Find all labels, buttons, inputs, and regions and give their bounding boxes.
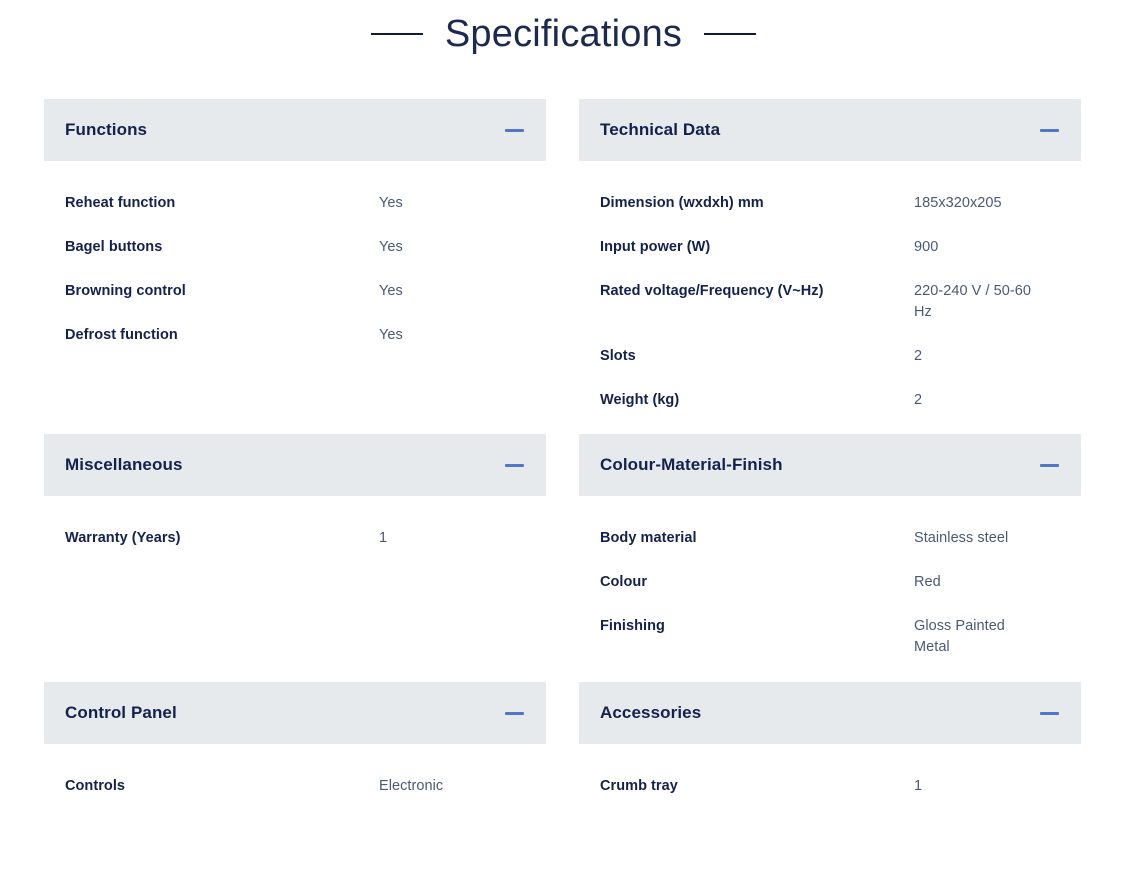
spec-panel-technical-data: Technical Data Dimension (wxdxh) mm 185x… — [579, 99, 1081, 434]
spec-label: Body material — [600, 528, 914, 549]
panel-header-colour-material-finish[interactable]: Colour-Material-Finish — [579, 434, 1081, 496]
spec-label: Reheat function — [65, 193, 379, 214]
minus-icon[interactable] — [1040, 456, 1059, 475]
spec-row: Warranty (Years) 1 — [44, 528, 546, 549]
spec-label: Warranty (Years) — [65, 528, 379, 549]
panel-header-control-panel[interactable]: Control Panel — [44, 682, 546, 744]
spec-row: Rated voltage/Frequency (V~Hz) 220-240 V… — [579, 281, 1081, 323]
spec-value: 1 — [379, 528, 519, 549]
panel-body-functions: Reheat function Yes Bagel buttons Yes Br… — [44, 161, 546, 387]
spec-label: Crumb tray — [600, 776, 914, 797]
spec-value: 1 — [914, 776, 1050, 797]
spec-label: Colour — [600, 572, 914, 593]
spec-value: Electronic — [379, 776, 519, 797]
panel-body-technical-data: Dimension (wxdxh) mm 185x320x205 Input p… — [579, 161, 1081, 411]
spec-value: Yes — [379, 325, 519, 346]
panel-title-accessories: Accessories — [600, 702, 701, 724]
spec-value: Yes — [379, 193, 519, 214]
minus-icon[interactable] — [505, 704, 524, 723]
spec-value: Yes — [379, 237, 519, 258]
minus-icon[interactable] — [1040, 704, 1059, 723]
spec-value: 900 — [914, 237, 1050, 258]
spec-row: Controls Electronic — [44, 776, 546, 797]
spec-row: Slots 2 — [579, 346, 1081, 367]
spec-label: Controls — [65, 776, 379, 797]
panel-title-control-panel: Control Panel — [65, 702, 177, 724]
spec-label: Bagel buttons — [65, 237, 379, 258]
panel-header-accessories[interactable]: Accessories — [579, 682, 1081, 744]
spec-value: Stainless steel — [914, 528, 1050, 549]
spec-row: Browning control Yes — [44, 281, 546, 302]
spec-panel-functions: Functions Reheat function Yes Bagel butt… — [44, 99, 546, 434]
spec-label: Slots — [600, 346, 914, 367]
spec-value: 2 — [914, 390, 1050, 411]
spec-label: Input power (W) — [600, 237, 914, 258]
spec-value: 220-240 V / 50-60 Hz — [914, 281, 1050, 323]
panel-title-technical-data: Technical Data — [600, 119, 720, 141]
spec-row: Finishing Gloss Painted Metal — [579, 616, 1081, 658]
panel-body-colour-material-finish: Body material Stainless steel Colour Red… — [579, 496, 1081, 682]
spec-label: Browning control — [65, 281, 379, 302]
panel-title-colour-material-finish: Colour-Material-Finish — [600, 454, 783, 476]
spec-value: 185x320x205 — [914, 193, 1050, 214]
spec-panel-accessories: Accessories Crumb tray 1 — [579, 682, 1081, 824]
spec-label: Defrost function — [65, 325, 379, 346]
title-rule-right — [704, 33, 756, 35]
title-rule-left — [371, 33, 423, 35]
panel-header-functions[interactable]: Functions — [44, 99, 546, 161]
page-title-block: Specifications — [0, 8, 1127, 60]
spec-row: Colour Red — [579, 572, 1081, 593]
spec-value: 2 — [914, 346, 1050, 367]
spec-row: Crumb tray 1 — [579, 776, 1081, 797]
panel-title-miscellaneous: Miscellaneous — [65, 454, 183, 476]
spec-row: Reheat function Yes — [44, 193, 546, 214]
spec-row: Dimension (wxdxh) mm 185x320x205 — [579, 193, 1081, 214]
spec-label: Dimension (wxdxh) mm — [600, 193, 914, 214]
spec-value: Gloss Painted Metal — [914, 616, 1018, 658]
panel-title-functions: Functions — [65, 119, 147, 141]
spec-row: Bagel buttons Yes — [44, 237, 546, 258]
minus-icon[interactable] — [505, 456, 524, 475]
spec-panel-miscellaneous: Miscellaneous Warranty (Years) 1 — [44, 434, 546, 682]
panel-header-technical-data[interactable]: Technical Data — [579, 99, 1081, 161]
panel-body-control-panel: Controls Electronic — [44, 744, 546, 824]
panel-body-miscellaneous: Warranty (Years) 1 — [44, 496, 546, 682]
page-title: Specifications — [445, 8, 682, 60]
spec-value: Yes — [379, 281, 519, 302]
spec-row: Body material Stainless steel — [579, 528, 1081, 549]
spec-label: Weight (kg) — [600, 390, 914, 411]
spec-value: Red — [914, 572, 1050, 593]
spec-row: Defrost function Yes — [44, 325, 546, 346]
spec-label: Rated voltage/Frequency (V~Hz) — [600, 281, 914, 302]
spec-row: Weight (kg) 2 — [579, 390, 1081, 411]
spec-label: Finishing — [600, 616, 914, 637]
spec-row: Input power (W) 900 — [579, 237, 1081, 258]
specifications-grid: Functions Reheat function Yes Bagel butt… — [44, 99, 1081, 824]
spec-panel-colour-material-finish: Colour-Material-Finish Body material Sta… — [579, 434, 1081, 682]
minus-icon[interactable] — [1040, 121, 1059, 140]
panel-body-accessories: Crumb tray 1 — [579, 744, 1081, 824]
spec-panel-control-panel: Control Panel Controls Electronic — [44, 682, 546, 824]
minus-icon[interactable] — [505, 121, 524, 140]
panel-header-miscellaneous[interactable]: Miscellaneous — [44, 434, 546, 496]
specifications-page: Specifications Functions Reheat function… — [0, 0, 1127, 879]
